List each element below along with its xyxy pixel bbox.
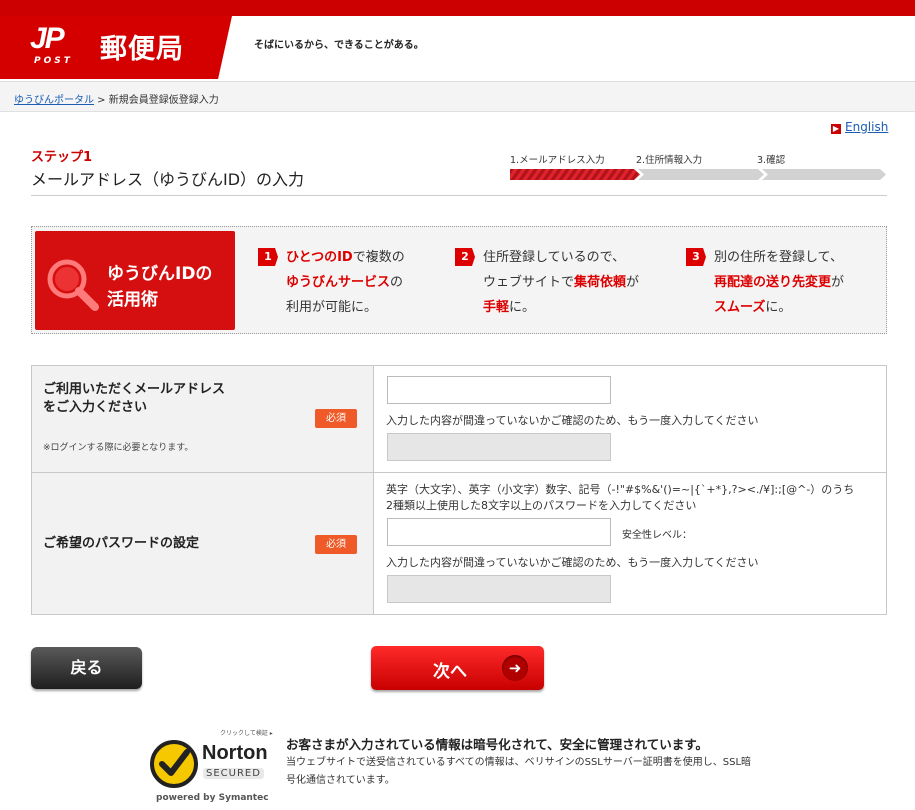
arrow-right-icon: ▶ bbox=[831, 124, 841, 134]
magnifier-icon bbox=[47, 259, 99, 311]
progress-step-1: 1.メールアドレス入力 bbox=[510, 155, 605, 166]
email-confirm-hint: 入力した内容が間違っていないかご確認のため、もう一度入力してください bbox=[386, 414, 759, 427]
english-link-label: English bbox=[845, 120, 889, 134]
benefit-point-1: 1 ひとつのIDで複数の ゆうびんサービスの 利用が可能に。 bbox=[258, 245, 405, 320]
point-text: 利用が可能に。 bbox=[286, 300, 378, 315]
point-number-badge: 2 bbox=[455, 248, 475, 266]
back-button[interactable]: 戻る bbox=[31, 647, 142, 689]
norton-secured-seal[interactable]: クリックして検証 ▸ Norton SECURED powered by Sym… bbox=[148, 728, 284, 808]
logo-mark: JP bbox=[30, 22, 65, 55]
point-text: 住所登録しているので、 bbox=[483, 250, 626, 265]
password-input-cell: 英字（大文字）、英字（小文字）数字、記号（-!"#$%&'()=~|{`+*},… bbox=[374, 473, 886, 614]
tagline: そばにいるから、できることがある。 bbox=[254, 40, 424, 51]
japan-post-logo[interactable]: JP POST 郵便局 bbox=[0, 16, 232, 79]
point-highlight: 集荷依頼 bbox=[574, 275, 627, 290]
point-text: の bbox=[390, 275, 404, 290]
password-confirm-input[interactable] bbox=[387, 575, 611, 603]
page-title: メールアドレス（ゆうびんID）の入力 bbox=[31, 170, 305, 189]
point-text: が bbox=[831, 275, 845, 290]
required-badge: 必須 bbox=[315, 535, 357, 554]
progress-step-2: 2.住所情報入力 bbox=[636, 155, 703, 166]
password-rule-line1: 英字（大文字）、英字（小文字）数字、記号（-!"#$%&'()=~|{`+*},… bbox=[386, 483, 855, 496]
point-text: が bbox=[626, 275, 640, 290]
password-label-cell: ご希望のパスワードの設定 必須 bbox=[32, 473, 374, 614]
arrow-right-icon: ➜ bbox=[502, 655, 528, 681]
banner-title-line1: ゆうびんIDの bbox=[107, 264, 213, 284]
site-header: JP POST 郵便局 そばにいるから、できることがある。 bbox=[0, 16, 915, 82]
point-highlight: 手軽 bbox=[483, 300, 510, 315]
banner-title-line2: 活用術 bbox=[107, 290, 158, 310]
breadcrumb-home-link[interactable]: ゆうびんポータル bbox=[14, 95, 94, 106]
email-row: ご利用いただくメールアドレス をご入力ください 必須 ※ログインする際に必要とな… bbox=[32, 366, 886, 473]
point-number-badge: 1 bbox=[258, 248, 278, 266]
password-label: ご希望のパスワードの設定 bbox=[43, 536, 200, 551]
registration-form: ご利用いただくメールアドレス をご入力ください 必須 ※ログインする際に必要とな… bbox=[31, 365, 887, 615]
password-rule-line2: 2種類以上使用した8文字以上のパスワードを入力してください bbox=[386, 499, 697, 512]
benefit-point-3: 3 別の住所を登録して、 再配達の送り先変更が スムーズに。 bbox=[686, 245, 844, 320]
point-highlight: ゆうびんサービス bbox=[286, 275, 391, 290]
email-input-cell: 入力した内容が間違っていないかご確認のため、もう一度入力してください bbox=[374, 366, 886, 472]
next-button[interactable]: 次へ ➜ bbox=[371, 646, 544, 690]
point-text: ウェブサイトで bbox=[483, 275, 575, 290]
banner-title: ゆうびんIDの 活用術 bbox=[107, 261, 212, 313]
banner-title-block: ゆうびんIDの 活用術 bbox=[35, 231, 235, 330]
point-text: 別の住所を登録して、 bbox=[714, 250, 843, 265]
point-text: に。 bbox=[765, 300, 792, 315]
benefit-point-2: 2 住所登録しているので、 ウェブサイトで集荷依頼が 手軽に。 bbox=[455, 245, 639, 320]
breadcrumb-trail: ゆうびんポータル > 新規会員登録仮登録入力 bbox=[14, 91, 219, 106]
english-link[interactable]: ▶ English bbox=[831, 120, 888, 134]
password-input[interactable] bbox=[387, 518, 611, 546]
top-red-bar bbox=[0, 0, 915, 16]
point-number-badge: 3 bbox=[686, 248, 706, 266]
point-highlight: 再配達の送り先変更 bbox=[714, 275, 832, 290]
password-strength-label: 安全性レベル： bbox=[622, 530, 692, 541]
email-label-cell: ご利用いただくメールアドレス をご入力ください 必須 ※ログインする際に必要とな… bbox=[32, 366, 374, 472]
password-row: ご希望のパスワードの設定 必須 英字（大文字）、英字（小文字）数字、記号（-!"… bbox=[32, 473, 886, 614]
breadcrumb-separator: > bbox=[94, 95, 109, 106]
norton-click-text: クリックして検証 ▸ bbox=[220, 730, 273, 737]
password-rules: 英字（大文字）、英字（小文字）数字、記号（-!"#$%&'()=~|{`+*},… bbox=[386, 482, 886, 514]
point-text: で複数の bbox=[352, 250, 405, 265]
email-label-line1: ご利用いただくメールアドレス bbox=[43, 382, 226, 397]
email-confirm-input[interactable] bbox=[387, 433, 611, 461]
point-highlight: ひとつのID bbox=[286, 250, 353, 265]
divider bbox=[31, 195, 887, 196]
email-note: ※ログインする際に必要となります。 bbox=[43, 443, 194, 453]
security-title: お客さまが入力されている情報は暗号化されて、安全に管理されています。 bbox=[286, 737, 709, 752]
email-label: ご利用いただくメールアドレス をご入力ください bbox=[43, 381, 225, 417]
breadcrumb: ゆうびんポータル > 新規会員登録仮登録入力 bbox=[0, 82, 915, 112]
norton-powered-text: powered by Symantec bbox=[156, 793, 269, 803]
email-input[interactable] bbox=[387, 376, 611, 404]
required-badge: 必須 bbox=[315, 409, 357, 428]
password-confirm-hint: 入力した内容が間違っていないかご確認のため、もう一度入力してください bbox=[386, 556, 759, 569]
next-button-label: 次へ bbox=[433, 662, 467, 682]
email-label-line2: をご入力ください bbox=[43, 400, 148, 415]
step-label: ステップ1 bbox=[31, 150, 93, 165]
point-highlight: スムーズ bbox=[714, 300, 766, 315]
checkmark-icon bbox=[150, 740, 198, 788]
progress-indicator: 1.メールアドレス入力 2.住所情報入力 3.確認 bbox=[510, 152, 886, 182]
yubin-id-benefits-banner: ゆうびんIDの 活用術 1 ひとつのIDで複数の ゆうびんサービスの 利用が可能に… bbox=[31, 226, 887, 334]
security-body: 当ウェブサイトで送受信されているすべての情報は、ベリサインのSSLサーバー証明書… bbox=[286, 757, 752, 786]
progress-step-3: 3.確認 bbox=[757, 155, 786, 166]
norton-secured-text: SECURED bbox=[203, 768, 264, 779]
point-text: に。 bbox=[509, 300, 536, 315]
logo-post-text: POST bbox=[34, 56, 73, 66]
progress-bar bbox=[510, 169, 886, 180]
logo-name: 郵便局 bbox=[100, 34, 184, 65]
breadcrumb-current: 新規会員登録仮登録入力 bbox=[108, 95, 219, 106]
norton-name: Norton bbox=[202, 742, 268, 764]
